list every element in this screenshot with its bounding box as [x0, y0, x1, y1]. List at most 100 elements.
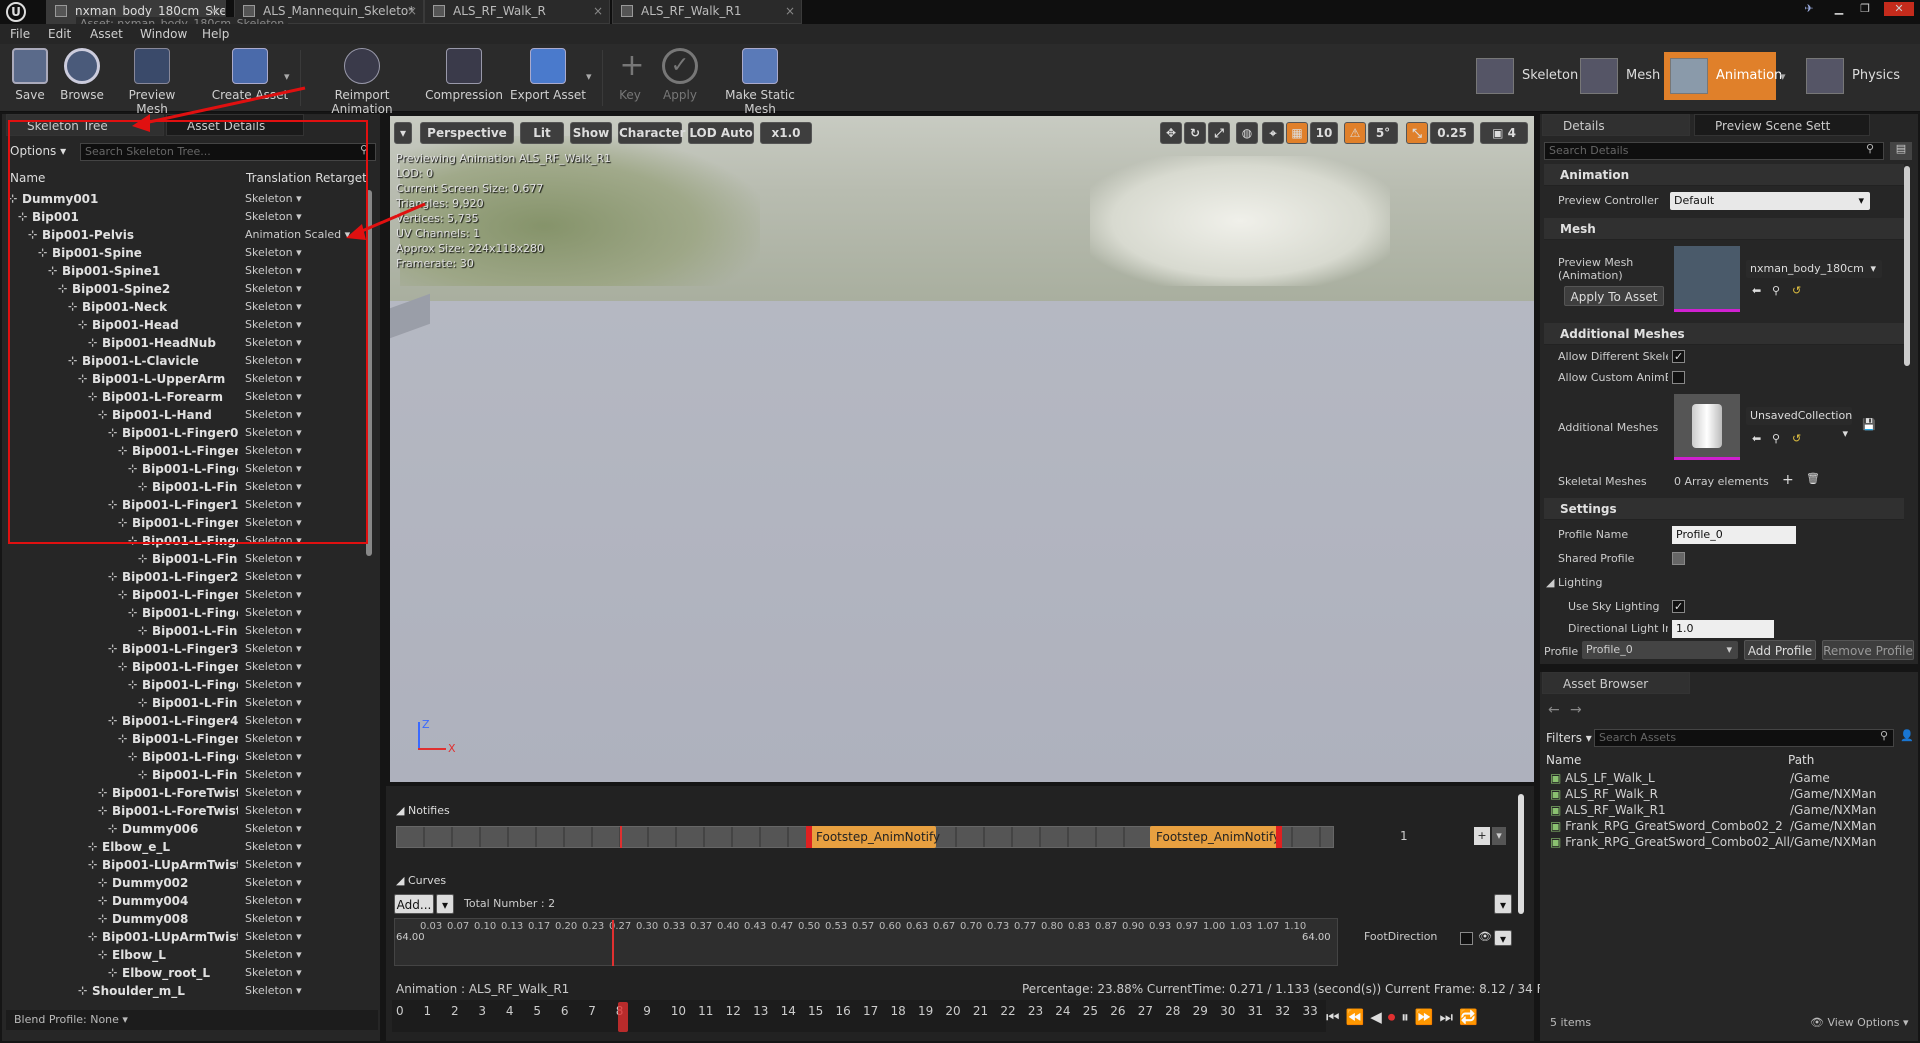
play-reverse-icon[interactable]: ◀: [1370, 1008, 1388, 1026]
preview-mesh-button[interactable]: Preview Mesh: [112, 48, 192, 116]
retarget-dropdown[interactable]: Skeleton ▾: [245, 676, 302, 694]
browse-asset-icon[interactable]: ⚲: [1772, 432, 1780, 445]
close-icon[interactable]: ×: [593, 0, 603, 22]
doc-tab-walk-r1[interactable]: ALS_RF_Walk_R1 ×: [612, 0, 802, 24]
tab-details[interactable]: Details: [1542, 114, 1690, 136]
apply-to-asset-button[interactable]: Apply To Asset: [1564, 286, 1664, 306]
retarget-dropdown[interactable]: Skeleton ▾: [245, 910, 302, 928]
tree-row-bone[interactable]: ⊹ Elbow_L Skeleton ▾: [8, 946, 302, 964]
tree-row-bone[interactable]: ⊹ Bip001-L-Finger2 Skeleton ▾: [8, 568, 302, 586]
directional-light-field[interactable]: 1.0: [1672, 620, 1774, 638]
make-static-mesh-button[interactable]: Make Static Mesh: [712, 48, 808, 116]
section-animation[interactable]: Animation: [1544, 164, 1904, 186]
details-scrollbar[interactable]: [1904, 166, 1910, 366]
retarget-dropdown[interactable]: Skeleton ▾: [245, 640, 302, 658]
menu-window[interactable]: Window: [140, 24, 187, 44]
notification-icon[interactable]: ✈: [1800, 2, 1818, 16]
compression-button[interactable]: Compression: [424, 48, 504, 108]
curve-options-icon[interactable]: ▾: [1494, 930, 1512, 946]
retarget-dropdown[interactable]: Skeleton ▾: [245, 550, 302, 568]
browse-button[interactable]: Browse: [58, 48, 106, 108]
close-icon[interactable]: ×: [407, 0, 417, 22]
lighting-group[interactable]: ◢ Lighting: [1546, 576, 1656, 589]
preview-controller-dropdown[interactable]: Default ▾: [1670, 192, 1870, 210]
menu-asset[interactable]: Asset: [90, 24, 123, 44]
view-options-icon[interactable]: ▤: [1890, 142, 1912, 160]
mode-physics[interactable]: Physics: [1800, 52, 1916, 100]
retarget-dropdown[interactable]: Skeleton ▾: [245, 604, 302, 622]
save-collection-icon[interactable]: 💾: [1862, 418, 1876, 431]
key-button[interactable]: + Key: [614, 48, 646, 108]
world-space-icon[interactable]: ◍: [1236, 122, 1258, 144]
tree-row-bone[interactable]: ⊹ Bip001-L-Finger2 Skeleton ▾: [8, 604, 302, 622]
asset-row[interactable]: ▣ Frank_RPG_GreatSword_Combo02_All/Game/…: [1550, 834, 1910, 850]
rotate-tool-icon[interactable]: ↻: [1184, 122, 1206, 144]
tree-row-bone[interactable]: ⊹ Bip001-L-Finger4 Skeleton ▾: [8, 730, 302, 748]
restore-button[interactable]: ❐: [1856, 2, 1874, 16]
rotation-snap-icon[interactable]: ⚠: [1344, 122, 1366, 144]
scale-snap-value[interactable]: 0.25: [1430, 122, 1474, 144]
rotation-snap-value[interactable]: 5°: [1368, 122, 1398, 144]
collection-dropdown[interactable]: UnsavedCollection ▾: [1746, 407, 1852, 440]
remove-profile-button[interactable]: Remove Profile: [1822, 640, 1914, 660]
add-curve-dropdown-icon[interactable]: ▾: [436, 894, 454, 914]
curve-enable-checkbox[interactable]: [1460, 932, 1473, 945]
tree-row-bone[interactable]: ⊹ Bip001-L-Finger3 Skeleton ▾: [8, 676, 302, 694]
filters-dropdown[interactable]: Filters ▾: [1546, 731, 1592, 745]
shared-profile-checkbox[interactable]: [1672, 552, 1685, 565]
preview-mesh-dropdown[interactable]: nxman_body_180cm ▾: [1746, 260, 1882, 278]
create-asset-button[interactable]: Create Asset: [210, 48, 290, 108]
loop-icon[interactable]: 🔁: [1459, 1008, 1484, 1026]
retarget-dropdown[interactable]: Skeleton ▾: [245, 892, 302, 910]
perspective-button[interactable]: Perspective: [420, 122, 514, 144]
apply-button[interactable]: ✓ Apply: [660, 48, 700, 108]
tree-row-bone[interactable]: ⊹ Bip001-L-Finger2 Skeleton ▾: [8, 622, 302, 640]
mode-skeleton[interactable]: Skeleton: [1470, 52, 1578, 100]
tree-row-bone[interactable]: ⊹ Bip001-L-Finger2 Skeleton ▾: [8, 586, 302, 604]
details-search-input[interactable]: Search Details: [1544, 142, 1884, 160]
tree-row-bone[interactable]: ⊹ Bip001-L-Finger3 Skeleton ▾: [8, 640, 302, 658]
minimize-button[interactable]: ▁: [1830, 2, 1848, 16]
retarget-dropdown[interactable]: Skeleton ▾: [245, 658, 302, 676]
animation-dropdown-icon[interactable]: ▾: [1780, 70, 1786, 83]
use-selected-arrow-icon[interactable]: ⬅: [1752, 432, 1761, 445]
surface-snap-icon[interactable]: ⌖: [1262, 122, 1284, 144]
grid-snap-value[interactable]: 10: [1310, 122, 1338, 144]
retarget-dropdown[interactable]: Skeleton ▾: [245, 694, 302, 712]
export-dropdown-icon[interactable]: ▾: [586, 70, 592, 83]
section-additional-meshes[interactable]: Additional Meshes: [1544, 323, 1904, 345]
mode-animation[interactable]: Animation: [1664, 52, 1782, 100]
tree-row-bone[interactable]: ⊹ Bip001-L-Finger1 Skeleton ▾: [8, 550, 302, 568]
asset-col-path[interactable]: Path: [1788, 753, 1814, 767]
reset-icon[interactable]: ↺: [1792, 284, 1801, 297]
tree-row-bone[interactable]: ⊹ Shoulder_m_L Skeleton ▾: [8, 982, 302, 1000]
tree-row-bone[interactable]: ⊹ Bip001-L-Finger4 Skeleton ▾: [8, 712, 302, 730]
playback-speed-button[interactable]: x1.0: [760, 122, 812, 144]
use-sky-lighting-checkbox[interactable]: [1672, 600, 1685, 613]
add-element-icon[interactable]: +: [1782, 472, 1794, 488]
step-back-icon[interactable]: ⏪: [1346, 1008, 1371, 1026]
menu-edit[interactable]: Edit: [48, 24, 71, 44]
pause-icon[interactable]: ⏸: [1401, 1008, 1415, 1026]
add-curve-button[interactable]: Add...: [394, 894, 434, 914]
retarget-dropdown[interactable]: Skeleton ▾: [245, 586, 302, 604]
close-window-button[interactable]: ✕: [1884, 2, 1914, 16]
close-icon[interactable]: ×: [785, 0, 795, 22]
tab-preview-scene-settings[interactable]: Preview Scene Sett: [1694, 114, 1870, 136]
lod-button[interactable]: LOD Auto: [688, 122, 754, 144]
tab-asset-browser[interactable]: Asset Browser: [1542, 672, 1690, 694]
viewport[interactable]: [390, 116, 1534, 782]
menu-help[interactable]: Help: [202, 24, 229, 44]
retarget-dropdown[interactable]: Skeleton ▾: [245, 748, 302, 766]
retarget-dropdown[interactable]: Skeleton ▾: [245, 568, 302, 586]
allow-different-skeleton-checkbox[interactable]: [1672, 350, 1685, 363]
retarget-dropdown[interactable]: Skeleton ▾: [245, 622, 302, 640]
blend-profile-dropdown[interactable]: Blend Profile: None ▾: [6, 1010, 378, 1030]
asset-search-input[interactable]: Search Assets: [1594, 729, 1894, 747]
skip-to-end-icon[interactable]: ⏭: [1439, 1008, 1459, 1026]
retarget-dropdown[interactable]: Skeleton ▾: [245, 946, 302, 964]
step-forward-icon[interactable]: ⏩: [1415, 1008, 1440, 1026]
record-icon[interactable]: ⏺: [1388, 1008, 1402, 1026]
curves-section[interactable]: ◢ Curves: [396, 874, 446, 887]
allow-custom-animbp-checkbox[interactable]: [1672, 371, 1685, 384]
